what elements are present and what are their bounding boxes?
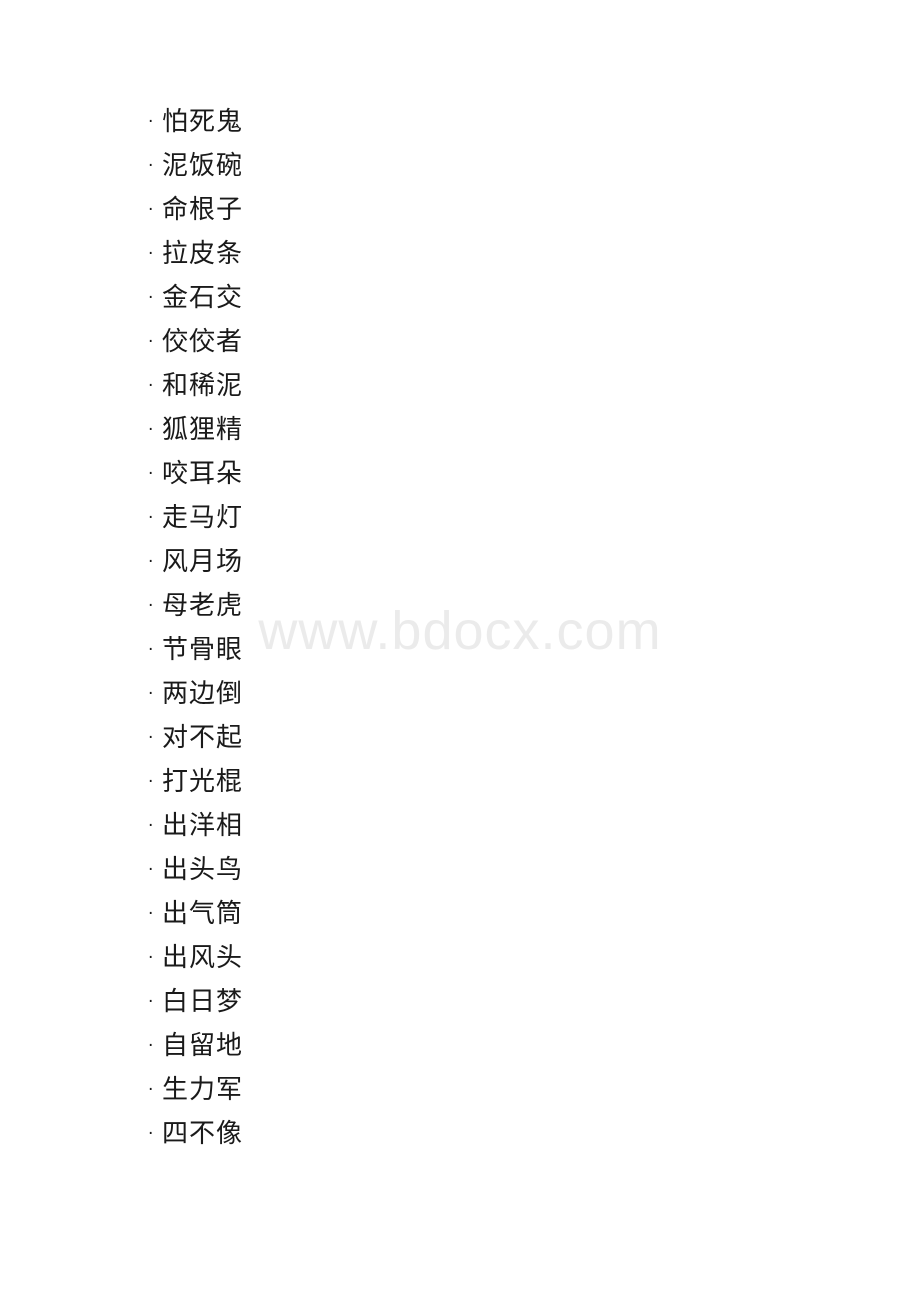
bullet-icon: · [148, 1124, 154, 1144]
list-item: · 命根子 [148, 188, 748, 232]
list-item-label: 出气筒 [162, 899, 244, 929]
list-item: · 金石交 [148, 276, 748, 320]
list-item: · 出风头 [148, 936, 748, 980]
list-item: · 咬耳朵 [148, 452, 748, 496]
list-item-label: 怕死鬼 [162, 107, 244, 137]
bullet-icon: · [148, 156, 154, 176]
bullet-icon: · [148, 904, 154, 924]
list-item: · 风月场 [148, 540, 748, 584]
list-item: · 出洋相 [148, 804, 748, 848]
bullet-icon: · [148, 1036, 154, 1056]
list-item: · 泥饭碗 [148, 144, 748, 188]
list-item: · 出头鸟 [148, 848, 748, 892]
list-item-label: 佼佼者 [162, 327, 244, 357]
list-item-label: 四不像 [162, 1119, 244, 1149]
list-item-label: 打光棍 [162, 767, 244, 797]
bullet-icon: · [148, 552, 154, 572]
list-item-label: 命根子 [162, 195, 244, 225]
list-item-label: 咬耳朵 [162, 459, 244, 489]
bullet-icon: · [148, 376, 154, 396]
list-item: · 拉皮条 [148, 232, 748, 276]
list-item-label: 狐狸精 [162, 415, 244, 445]
list-item-label: 金石交 [162, 283, 244, 313]
list-item: · 母老虎 [148, 584, 748, 628]
list-item-label: 出洋相 [162, 811, 244, 841]
list-item: · 白日梦 [148, 980, 748, 1024]
bullet-icon: · [148, 1080, 154, 1100]
bullet-icon: · [148, 684, 154, 704]
bullet-icon: · [148, 772, 154, 792]
list-item: · 自留地 [148, 1024, 748, 1068]
bullet-icon: · [148, 288, 154, 308]
bullet-icon: · [148, 420, 154, 440]
list-item: · 两边倒 [148, 672, 748, 716]
list-item: · 狐狸精 [148, 408, 748, 452]
bullet-icon: · [148, 200, 154, 220]
list-item: · 对不起 [148, 716, 748, 760]
list-item-label: 和稀泥 [162, 371, 244, 401]
list-item-label: 走马灯 [162, 503, 244, 533]
list-item: · 和稀泥 [148, 364, 748, 408]
bullet-icon: · [148, 508, 154, 528]
bullet-icon: · [148, 244, 154, 264]
bullet-icon: · [148, 728, 154, 748]
list-item-label: 对不起 [162, 723, 244, 753]
bullet-icon: · [148, 948, 154, 968]
bullet-icon: · [148, 332, 154, 352]
bullet-icon: · [148, 816, 154, 836]
list-item-label: 节骨眼 [162, 635, 244, 665]
list-item-label: 风月场 [162, 547, 244, 577]
list-item-label: 母老虎 [162, 591, 244, 621]
document-content: · 怕死鬼 · 泥饭碗 · 命根子 · 拉皮条 · 金石交 · 佼佼者 · 和稀泥 · 狐狸精 · 咬耳朵 · 走马灯… [148, 100, 748, 1156]
list-item: · 四不像 [148, 1112, 748, 1156]
document-page: www.bdocx.com · 怕死鬼 · 泥饭碗 · 命根子 · 拉皮条 · 金石交 · 佼佼者 · 和… [0, 0, 920, 1302]
list-item-label: 白日梦 [162, 987, 244, 1017]
list-item-label: 两边倒 [162, 679, 244, 709]
list-item: · 出气筒 [148, 892, 748, 936]
list-item: · 打光棍 [148, 760, 748, 804]
bullet-icon: · [148, 992, 154, 1012]
list-item-label: 自留地 [162, 1031, 244, 1061]
term-bullet-list: · 怕死鬼 · 泥饭碗 · 命根子 · 拉皮条 · 金石交 · 佼佼者 · 和稀泥 · 狐狸精 · 咬耳朵 · 走马灯… [148, 100, 748, 1156]
list-item-label: 泥饭碗 [162, 151, 244, 181]
list-item-label: 拉皮条 [162, 239, 244, 269]
bullet-icon: · [148, 464, 154, 484]
list-item: · 走马灯 [148, 496, 748, 540]
list-item-label: 生力军 [162, 1075, 244, 1105]
list-item: · 佼佼者 [148, 320, 748, 364]
list-item: · 节骨眼 [148, 628, 748, 672]
bullet-icon: · [148, 596, 154, 616]
list-item: · 生力军 [148, 1068, 748, 1112]
bullet-icon: · [148, 640, 154, 660]
list-item-label: 出头鸟 [162, 855, 244, 885]
list-item-label: 出风头 [162, 943, 244, 973]
bullet-icon: · [148, 860, 154, 880]
list-item: · 怕死鬼 [148, 100, 748, 144]
bullet-icon: · [148, 112, 154, 132]
